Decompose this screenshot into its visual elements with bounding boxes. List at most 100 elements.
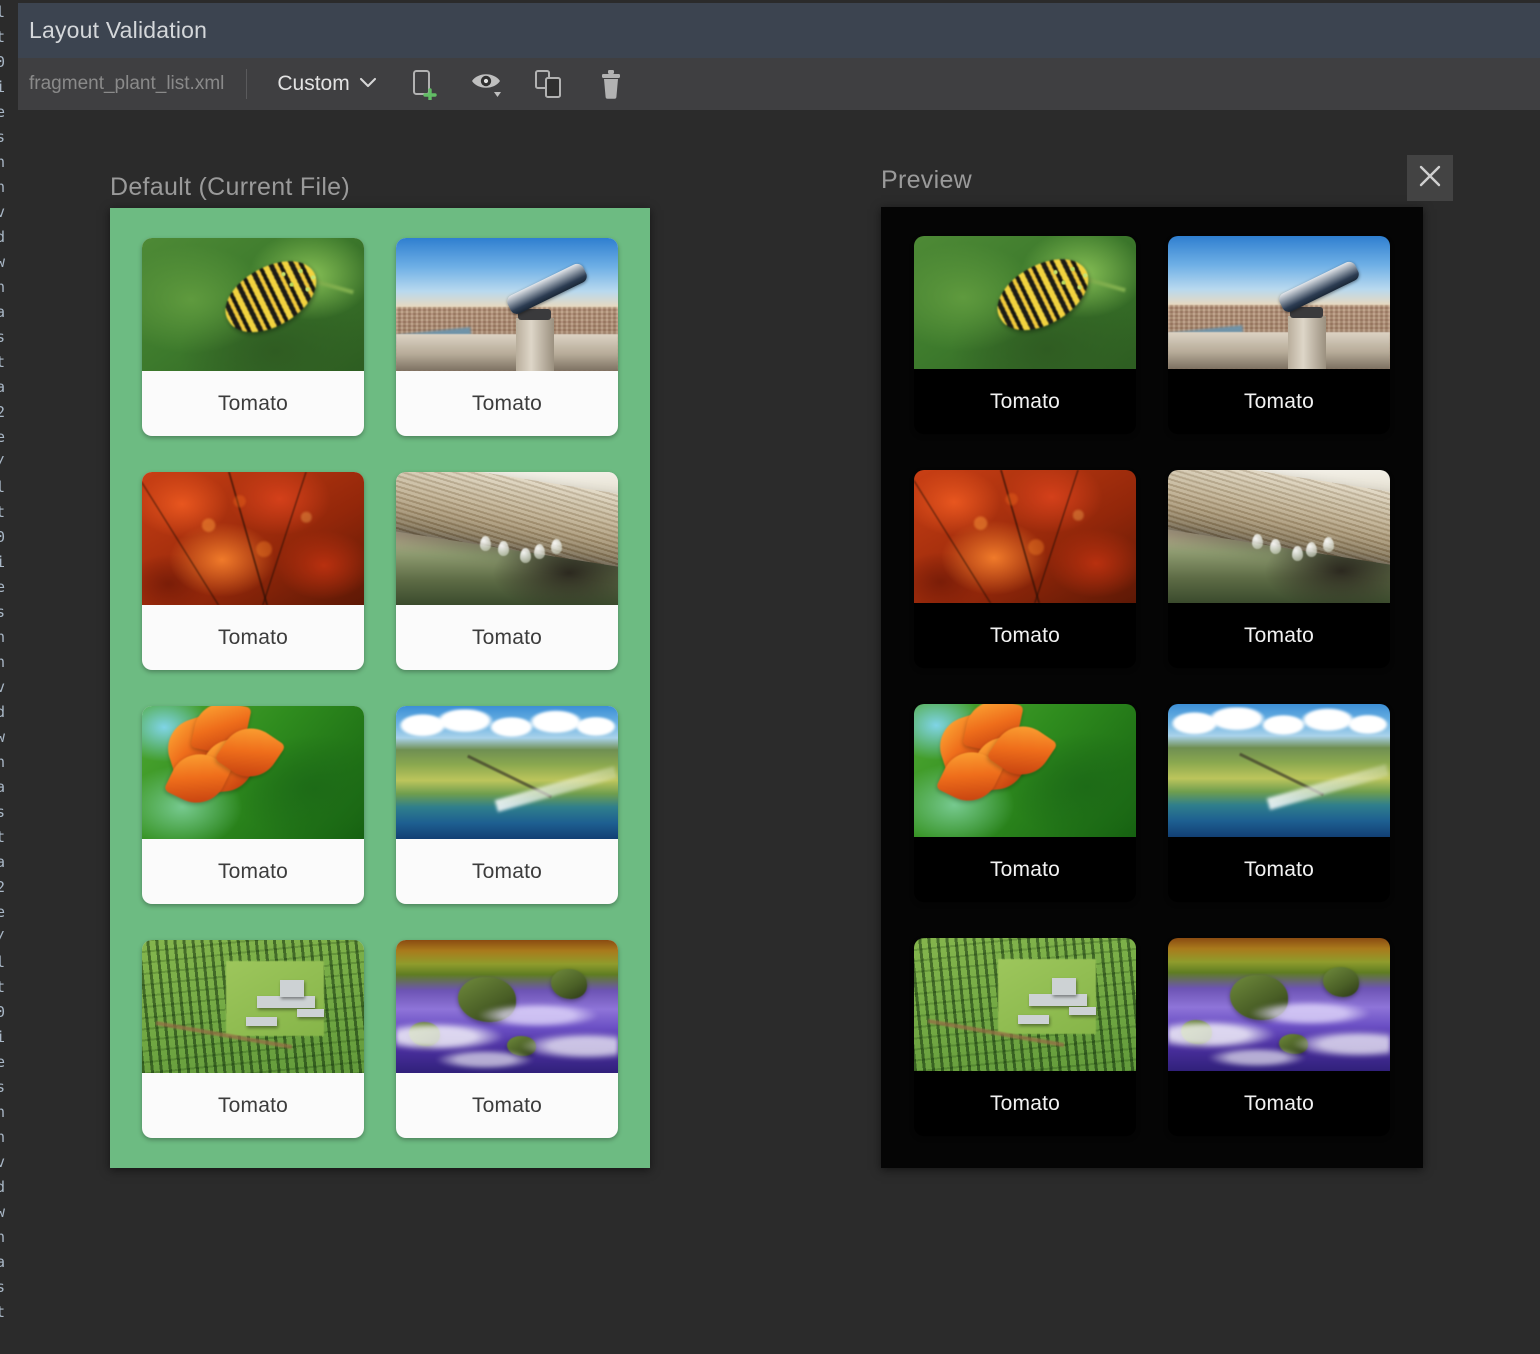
editor-code-line: w <box>0 1200 18 1225</box>
chevron-down-icon <box>359 75 377 93</box>
current-file-label: fragment_plant_list.xml <box>29 73 246 95</box>
editor-code-line: i <box>0 75 18 100</box>
plant-grid-default: Tomato Tomato Tomato Tomato Tomato Tomato Toma… <box>110 208 618 1168</box>
plant-image <box>1168 704 1390 837</box>
editor-code-line: 0 <box>0 1000 18 1025</box>
plant-card[interactable]: Tomato <box>1168 704 1390 902</box>
device-frame-preview[interactable]: TomatoTomatoTomatoTomatoTomatoTomatoToma… <box>881 207 1423 1168</box>
toolbar-divider <box>246 69 247 99</box>
editor-code-line: n <box>0 1125 18 1150</box>
editor-code-lines: lt0iesnnvdwnasta2e/lt0iesnnvdwnasta2e/lt… <box>0 0 18 1325</box>
plant-name: Tomato <box>396 839 618 904</box>
editor-code-line: s <box>0 325 18 350</box>
plant-card[interactable]: Tomato <box>914 470 1136 668</box>
close-preview-button[interactable] <box>1407 155 1453 201</box>
plant-card[interactable]: Tomato <box>1168 236 1390 434</box>
editor-code-line: a <box>0 775 18 800</box>
plant-name: Tomato <box>1168 369 1390 434</box>
layout-validation-toolbar: fragment_plant_list.xml Custom <box>18 58 1540 110</box>
plant-card[interactable]: Tomato <box>1168 938 1390 1136</box>
plant-card[interactable]: Tomato <box>142 238 364 436</box>
editor-code-line: l <box>0 0 18 25</box>
plant-image <box>396 940 618 1073</box>
editor-code-line: e <box>0 425 18 450</box>
editor-code-line: w <box>0 250 18 275</box>
plant-image <box>914 470 1136 603</box>
plant-image <box>396 238 618 371</box>
copy-icon[interactable] <box>529 64 569 104</box>
panel-label-preview: Preview <box>881 166 972 195</box>
editor-code-line: 2 <box>0 875 18 900</box>
editor-code-line: 2 <box>0 400 18 425</box>
editor-code-line: / <box>0 450 18 475</box>
editor-code-line: / <box>0 925 18 950</box>
tool-window-title: Layout Validation <box>29 17 207 44</box>
add-device-icon[interactable] <box>405 64 445 104</box>
editor-code-line: l <box>0 475 18 500</box>
editor-code-line: v <box>0 675 18 700</box>
trash-icon[interactable] <box>591 64 631 104</box>
plant-card[interactable]: Tomato <box>142 706 364 904</box>
editor-background-strip: lt0iesnnvdwnasta2e/lt0iesnnvdwnasta2e/lt… <box>0 0 18 1354</box>
editor-code-line: t <box>0 350 18 375</box>
editor-code-line: w <box>0 725 18 750</box>
plant-image <box>142 472 364 605</box>
plant-name: Tomato <box>396 371 618 436</box>
editor-code-line: n <box>0 1100 18 1125</box>
plant-name: Tomato <box>914 369 1136 434</box>
plant-card[interactable]: Tomato <box>914 704 1136 902</box>
plant-card[interactable]: Tomato <box>396 472 618 670</box>
plant-image <box>1168 470 1390 603</box>
plant-name: Tomato <box>396 1073 618 1138</box>
plant-name: Tomato <box>914 1071 1136 1136</box>
editor-code-line: n <box>0 625 18 650</box>
editor-code-line: t <box>0 825 18 850</box>
editor-code-line: i <box>0 550 18 575</box>
plant-image <box>914 236 1136 369</box>
editor-code-line: s <box>0 600 18 625</box>
editor-code-line: e <box>0 100 18 125</box>
plant-card[interactable]: Tomato <box>396 706 618 904</box>
editor-code-line: t <box>0 25 18 50</box>
editor-code-line: n <box>0 175 18 200</box>
editor-code-line: a <box>0 375 18 400</box>
tool-window-titlebar: Layout Validation <box>18 3 1540 58</box>
plant-image <box>396 472 618 605</box>
editor-code-line: a <box>0 300 18 325</box>
editor-code-line: l <box>0 950 18 975</box>
editor-code-line: e <box>0 1050 18 1075</box>
plant-image <box>1168 236 1390 369</box>
editor-code-line: 0 <box>0 50 18 75</box>
editor-code-line: s <box>0 1075 18 1100</box>
plant-card[interactable]: Tomato <box>396 940 618 1138</box>
editor-code-line: n <box>0 750 18 775</box>
configuration-dropdown-label: Custom <box>277 72 349 96</box>
editor-code-line: t <box>0 1300 18 1325</box>
editor-code-line: a <box>0 1250 18 1275</box>
plant-name: Tomato <box>142 839 364 904</box>
plant-card[interactable]: Tomato <box>142 940 364 1138</box>
plant-card[interactable]: Tomato <box>142 472 364 670</box>
editor-code-line: 0 <box>0 525 18 550</box>
editor-code-line: s <box>0 800 18 825</box>
layout-validation-tool-window: Layout Validation fragment_plant_list.xm… <box>18 0 1540 1354</box>
plant-name: Tomato <box>1168 1071 1390 1136</box>
configuration-dropdown[interactable]: Custom <box>269 68 384 100</box>
editor-code-line: s <box>0 125 18 150</box>
eye-icon[interactable] <box>467 64 507 104</box>
plant-name: Tomato <box>914 603 1136 668</box>
editor-code-line: t <box>0 500 18 525</box>
plant-card[interactable]: Tomato <box>914 938 1136 1136</box>
editor-code-line: s <box>0 1275 18 1300</box>
plant-card[interactable]: Tomato <box>396 238 618 436</box>
plant-card[interactable]: Tomato <box>1168 470 1390 668</box>
plant-image <box>1168 938 1390 1071</box>
plant-name: Tomato <box>396 605 618 670</box>
editor-code-line: v <box>0 1150 18 1175</box>
editor-code-line: n <box>0 1225 18 1250</box>
editor-code-line: d <box>0 225 18 250</box>
plant-name: Tomato <box>142 605 364 670</box>
plant-card[interactable]: Tomato <box>914 236 1136 434</box>
editor-code-line: n <box>0 275 18 300</box>
device-frame-default[interactable]: Tomato Tomato Tomato Tomato Tomato Tomato Toma… <box>110 208 650 1168</box>
